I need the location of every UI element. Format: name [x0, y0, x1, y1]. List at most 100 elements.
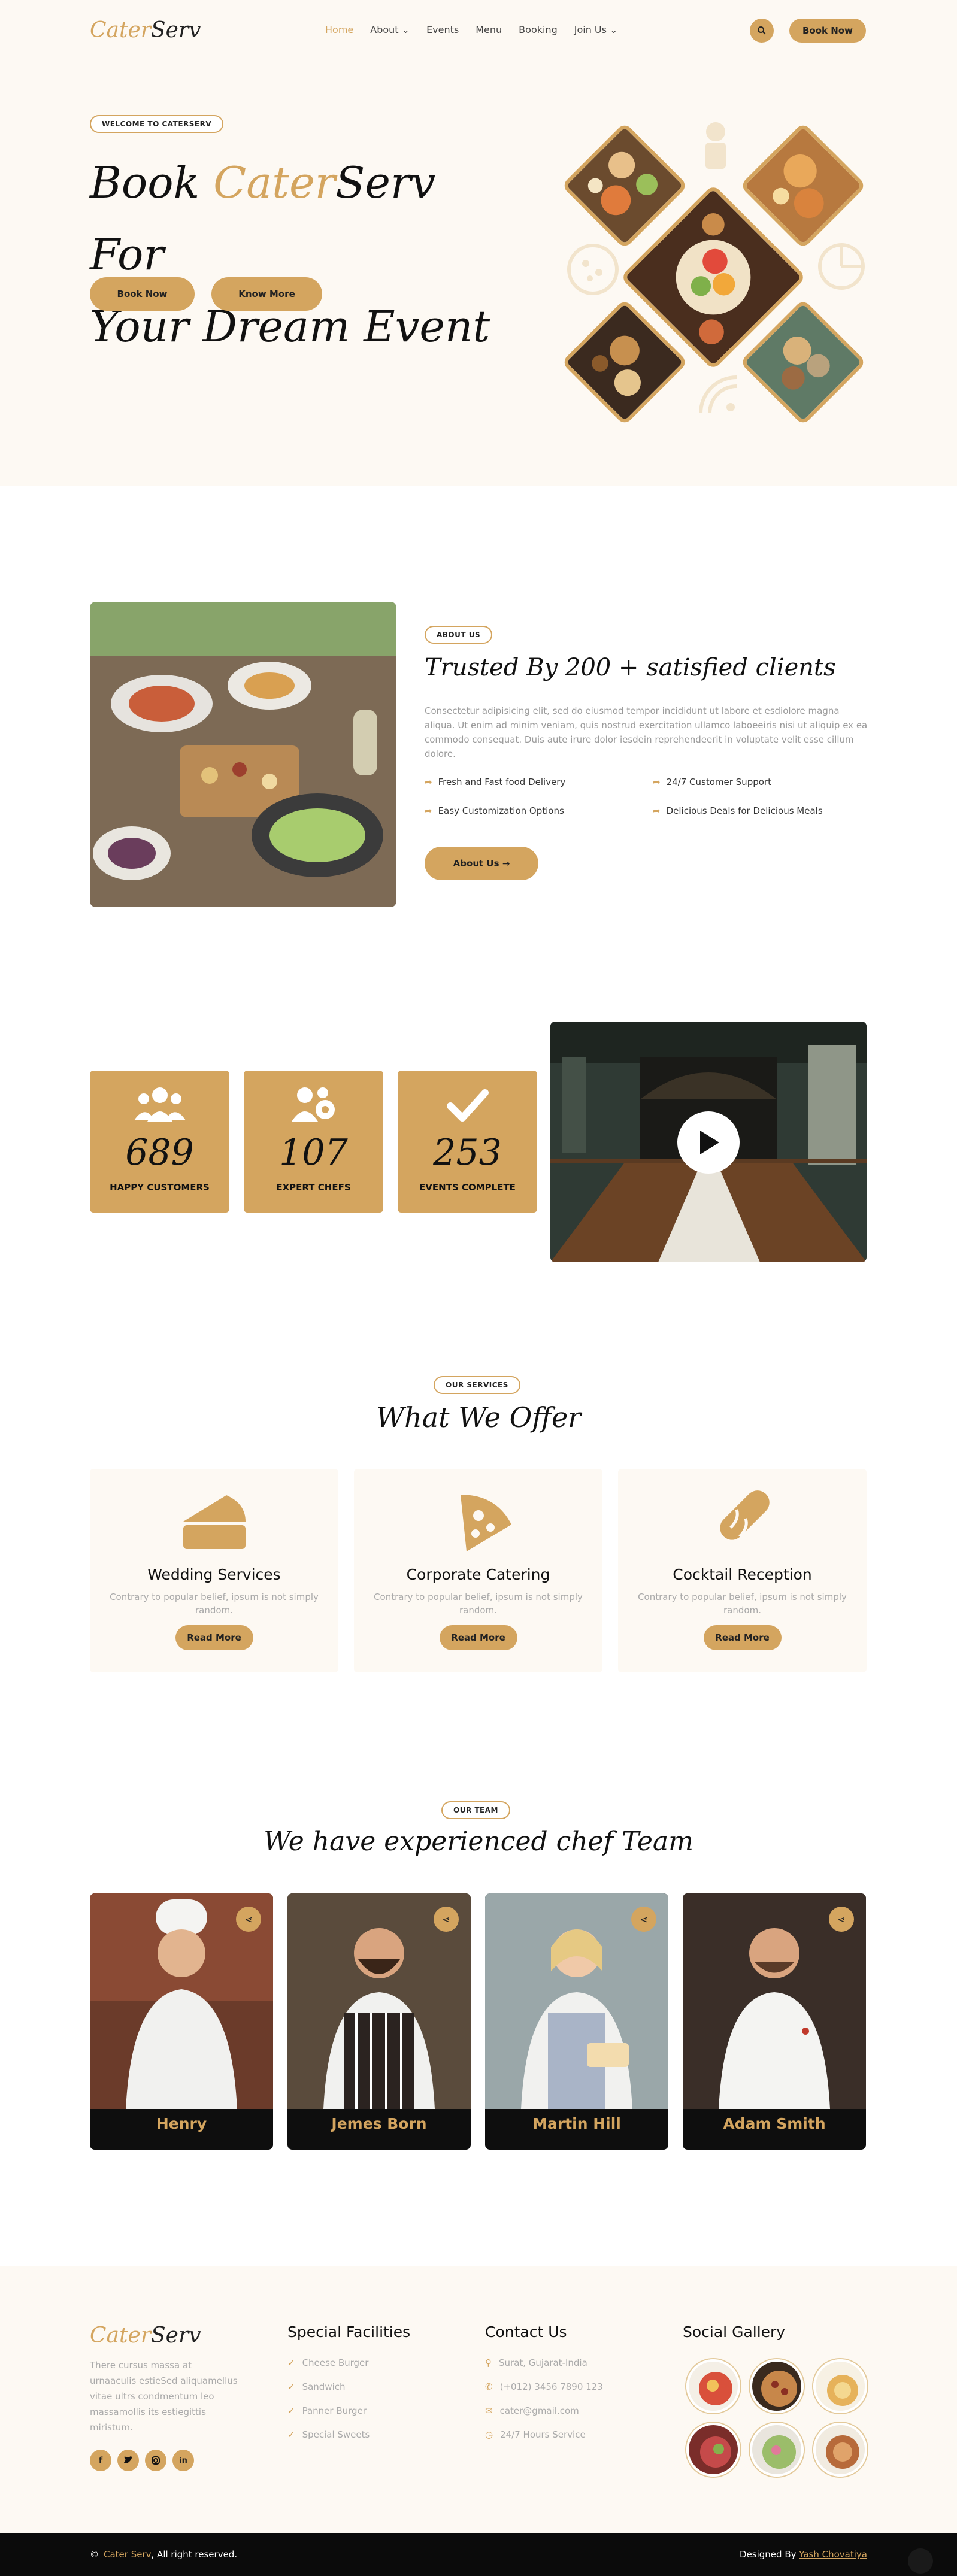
contact-email[interactable]: ✉ cater@gmail.com — [485, 2405, 579, 2416]
contact-phone[interactable]: ✆ (+012) 3456 7890 123 — [485, 2381, 603, 2392]
users-icon — [90, 1084, 229, 1126]
pizza-slice-outline-icon — [818, 243, 865, 290]
copyright-brand[interactable]: Cater Serv — [104, 2549, 152, 2560]
twitter-icon — [124, 2456, 133, 2463]
contact-label: 24/7 Hours Service — [500, 2429, 586, 2440]
search-button[interactable] — [750, 19, 774, 43]
about-us-button[interactable]: About Us → — [425, 847, 538, 880]
read-more-button[interactable]: Read More — [439, 1625, 517, 1650]
book-now-button[interactable]: Book Now — [789, 19, 866, 43]
share-icon: ⋖ — [244, 1913, 253, 1925]
team-pill: OUR TEAM — [441, 1801, 510, 1819]
envelope-icon: ✉ — [485, 2405, 493, 2416]
read-more-button[interactable]: Read More — [703, 1625, 782, 1650]
play-button[interactable] — [677, 1111, 740, 1174]
contact-label: cater@gmail.com — [499, 2405, 579, 2416]
service-text: Contrary to popular belief, ipsum is not… — [638, 1592, 847, 1616]
stat-label: EVENTS COMPLETE — [419, 1182, 516, 1193]
nav-events[interactable]: Events — [426, 24, 459, 35]
hotdog-icon — [618, 1486, 867, 1557]
gallery-image[interactable] — [750, 2423, 804, 2477]
gallery-image[interactable] — [750, 2359, 804, 2413]
check-icon — [398, 1084, 537, 1126]
footer-logo[interactable]: CaterServ — [90, 2323, 201, 2348]
nav-home[interactable]: Home — [325, 24, 353, 35]
arrow-share-icon: ➦ — [653, 777, 661, 787]
chevron-down-icon: ⌄ — [401, 24, 410, 35]
share-button[interactable]: ⋖ — [829, 1907, 854, 1932]
arrow-share-icon: ➦ — [425, 805, 432, 816]
check-icon: ✓ — [287, 2357, 295, 2368]
gallery-image[interactable] — [686, 2423, 740, 2477]
team-card: ⋖ Adam Smith — [683, 1893, 866, 2150]
nav-about-label: About — [370, 24, 399, 35]
copyright-bar: © Cater Serv, All right reserved. Design… — [0, 2533, 957, 2576]
hero-book-now-button[interactable]: Book Now — [90, 277, 195, 311]
facebook-button[interactable]: f — [90, 2450, 111, 2471]
event-video[interactable] — [550, 1022, 867, 1262]
facility-item[interactable]: ✓ Cheese Burger — [287, 2357, 368, 2368]
share-icon: ⋖ — [837, 1913, 846, 1925]
service-card-corporate: Corporate Catering Contrary to popular b… — [354, 1469, 602, 1672]
about-text: Consectetur adipisicing elit, sed do eiu… — [425, 705, 868, 759]
share-button[interactable]: ⋖ — [434, 1907, 459, 1932]
service-title: Cocktail Reception — [673, 1566, 812, 1583]
linkedin-button[interactable]: in — [172, 2450, 194, 2471]
chef-name: Jemes Born — [331, 2115, 427, 2132]
nav-join-label: Join Us — [574, 24, 607, 35]
nav-about[interactable]: About ⌄ — [370, 24, 410, 35]
designer-link[interactable]: Yash Chovatiya — [799, 2549, 867, 2560]
facility-item[interactable]: ✓ Panner Burger — [287, 2405, 367, 2416]
back-to-top-button[interactable] — [908, 2548, 933, 2574]
linkedin-icon: in — [179, 2456, 187, 2465]
users-gear-icon — [244, 1084, 383, 1126]
chef-name: Martin Hill — [532, 2115, 621, 2132]
instagram-button[interactable] — [145, 2450, 166, 2471]
about-image — [90, 602, 396, 907]
gallery-image[interactable] — [686, 2359, 740, 2413]
service-card-wedding: Wedding Services Contrary to popular bel… — [90, 1469, 338, 1672]
gallery-image[interactable] — [813, 2423, 867, 2477]
nav-menu[interactable]: Menu — [476, 24, 502, 35]
facility-item[interactable]: ✓ Sandwich — [287, 2381, 346, 2392]
gallery-image[interactable] — [813, 2359, 867, 2413]
feature-item: ➦ 24/7 Customer Support — [653, 777, 771, 787]
nav-join-us[interactable]: Join Us ⌄ — [574, 24, 618, 35]
nav-booking[interactable]: Booking — [519, 24, 558, 35]
service-card-cocktail: Cocktail Reception Contrary to popular b… — [618, 1469, 867, 1672]
stat-number: 253 — [433, 1132, 502, 1174]
facility-item[interactable]: ✓ Special Sweets — [287, 2429, 370, 2440]
gallery-title: Social Gallery — [683, 2323, 786, 2341]
stat-label: HAPPY CUSTOMERS — [110, 1182, 210, 1193]
logo[interactable]: CaterServ — [90, 18, 201, 43]
play-icon — [700, 1131, 719, 1154]
service-title: Wedding Services — [147, 1566, 281, 1583]
copyright-icon: © — [90, 2549, 99, 2560]
chevron-down-icon: ⌄ — [610, 24, 618, 35]
cake-icon — [90, 1486, 338, 1557]
search-icon — [758, 26, 766, 35]
share-button[interactable]: ⋖ — [631, 1907, 656, 1932]
twitter-button[interactable] — [117, 2450, 139, 2471]
feature-label: Fresh and Fast food Delivery — [438, 777, 566, 787]
share-icon: ⋖ — [640, 1913, 648, 1925]
chef-name: Henry — [156, 2115, 207, 2132]
facility-label: Special Sweets — [302, 2429, 370, 2440]
contact-label: Surat, Gujarat-India — [499, 2357, 587, 2368]
read-more-button[interactable]: Read More — [175, 1625, 253, 1650]
facility-label: Panner Burger — [302, 2405, 367, 2416]
check-icon: ✓ — [287, 2429, 295, 2440]
share-button[interactable]: ⋖ — [236, 1907, 261, 1932]
hero-title: Book CaterServ For Your Dream Event — [90, 147, 509, 362]
feature-item: ➦ Fresh and Fast food Delivery — [425, 777, 565, 787]
about-title: Trusted By 200 + satisfied clients — [425, 654, 836, 681]
hero-know-more-button[interactable]: Know More — [211, 277, 322, 311]
clock-icon: ◷ — [485, 2429, 493, 2440]
arrow-share-icon: ➦ — [425, 777, 432, 787]
service-text: Contrary to popular belief, ipsum is not… — [374, 1592, 583, 1616]
feature-item: ➦ Delicious Deals for Delicious Meals — [653, 805, 823, 816]
team-card: ⋖ Henry — [90, 1893, 273, 2150]
site-header: CaterServ Home About ⌄ Events Menu Booki… — [0, 0, 957, 62]
feature-label: Easy Customization Options — [438, 805, 564, 816]
stat-number: 689 — [125, 1132, 194, 1174]
